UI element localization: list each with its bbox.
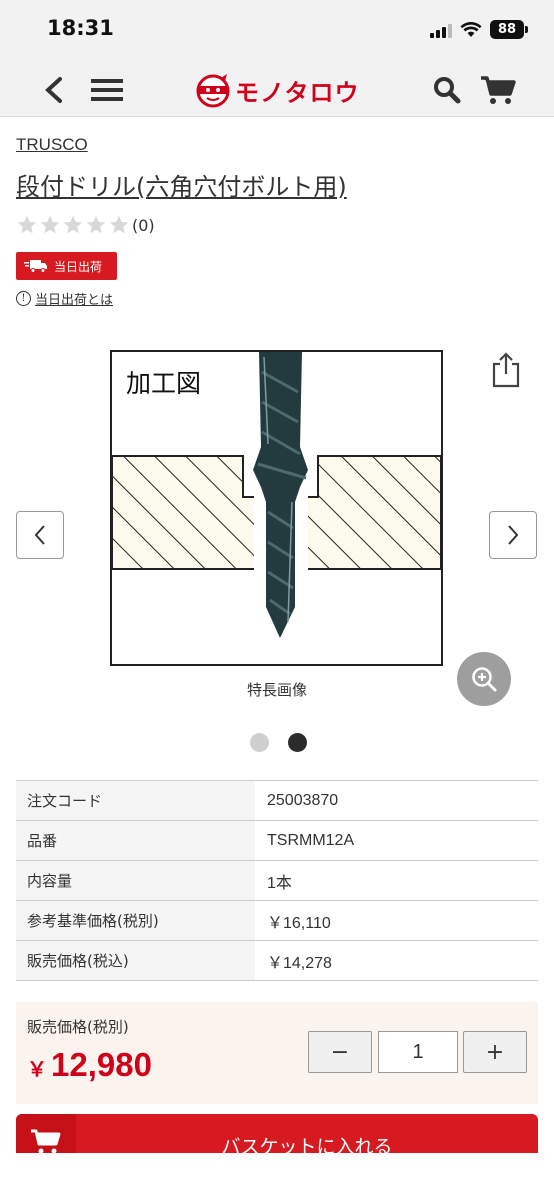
status-bar: 18:31 88	[0, 0, 554, 62]
signal-icon	[430, 22, 452, 38]
spec-row: 内容量 1本	[16, 861, 538, 901]
spec-value: ￥16,110	[267, 914, 331, 932]
price-label: 販売価格(税別)	[27, 1018, 129, 1036]
price-box: 販売価格(税別) ￥ 12,980 − +	[16, 1002, 538, 1104]
rating-count: (0)	[132, 215, 155, 235]
carousel-dot-active[interactable]	[288, 733, 307, 752]
same-day-info-label: 当日出荷とは	[35, 293, 114, 308]
spec-row: 参考基準価格(税別) ￥16,110	[16, 901, 538, 941]
quantity-input[interactable]	[378, 1031, 458, 1073]
chevron-right-icon	[508, 525, 519, 545]
wifi-icon	[460, 21, 482, 37]
battery-icon: 88	[490, 20, 528, 39]
spec-label: 品番	[16, 821, 255, 860]
spec-row: 注文コード 25003870	[16, 781, 538, 821]
back-icon[interactable]	[32, 68, 76, 112]
spec-value: 25003870	[267, 791, 339, 809]
spec-value: ￥14,278	[267, 954, 332, 972]
carousel-prev-button[interactable]	[16, 511, 64, 559]
brand-link[interactable]: TRUSCO	[16, 135, 88, 155]
spec-row: 販売価格(税込) ￥14,278	[16, 941, 538, 981]
spec-label: 参考基準価格(税別)	[16, 901, 255, 940]
bottom-area	[0, 1153, 554, 1199]
yen-symbol: ￥	[27, 1059, 47, 1081]
figure-label: 加工図	[126, 369, 202, 398]
spec-value: TSRMM12A	[267, 831, 355, 849]
carousel-dots	[250, 733, 307, 752]
spec-label: 内容量	[16, 861, 255, 900]
app-header: モノタロウ	[0, 62, 554, 117]
same-day-info-link[interactable]: ! 当日出荷とは	[16, 289, 113, 308]
chevron-left-icon	[34, 525, 45, 545]
status-icons: 88	[430, 20, 528, 39]
menu-icon[interactable]	[85, 68, 129, 112]
spec-label: 注文コード	[16, 781, 255, 820]
spec-row: 品番 TSRMM12A	[16, 821, 538, 861]
same-day-badge: 当日出荷	[16, 252, 117, 280]
spec-label: 販売価格(税込)	[16, 941, 255, 980]
star-icon	[17, 215, 37, 234]
rating-stars	[16, 214, 130, 236]
cart-icon[interactable]	[476, 68, 520, 112]
spec-value: 1本	[267, 874, 292, 892]
product-title: 段付ドリル(六角穴付ボルト用)	[16, 173, 347, 201]
quantity-decrease-button[interactable]: −	[308, 1031, 372, 1073]
search-icon[interactable]	[425, 68, 469, 112]
share-icon[interactable]	[488, 350, 524, 390]
carousel-next-button[interactable]	[489, 511, 537, 559]
sale-price: ￥ 12,980	[27, 1046, 152, 1084]
same-day-badge-label: 当日出荷	[54, 259, 103, 274]
price-amount: 12,980	[51, 1046, 152, 1083]
image-caption: 特長画像	[246, 681, 307, 699]
mascot-icon	[196, 74, 230, 108]
star-icon	[86, 215, 106, 234]
truck-icon	[24, 260, 47, 273]
monotaro-logo[interactable]: モノタロウ	[195, 70, 360, 110]
logo-text: モノタロウ	[235, 78, 360, 107]
rating[interactable]: (0)	[16, 214, 155, 236]
info-icon: !	[16, 291, 31, 306]
status-time: 18:31	[47, 16, 114, 40]
star-icon	[63, 215, 83, 234]
spec-table: 注文コード 25003870 品番 TSRMM12A 内容量 1本 参考基準価格…	[16, 780, 538, 981]
carousel-dot[interactable]	[250, 733, 269, 752]
product-image[interactable]: 加工図	[110, 350, 443, 666]
star-icon	[109, 215, 129, 234]
star-icon	[40, 215, 60, 234]
quantity-increase-button[interactable]: +	[463, 1031, 527, 1073]
